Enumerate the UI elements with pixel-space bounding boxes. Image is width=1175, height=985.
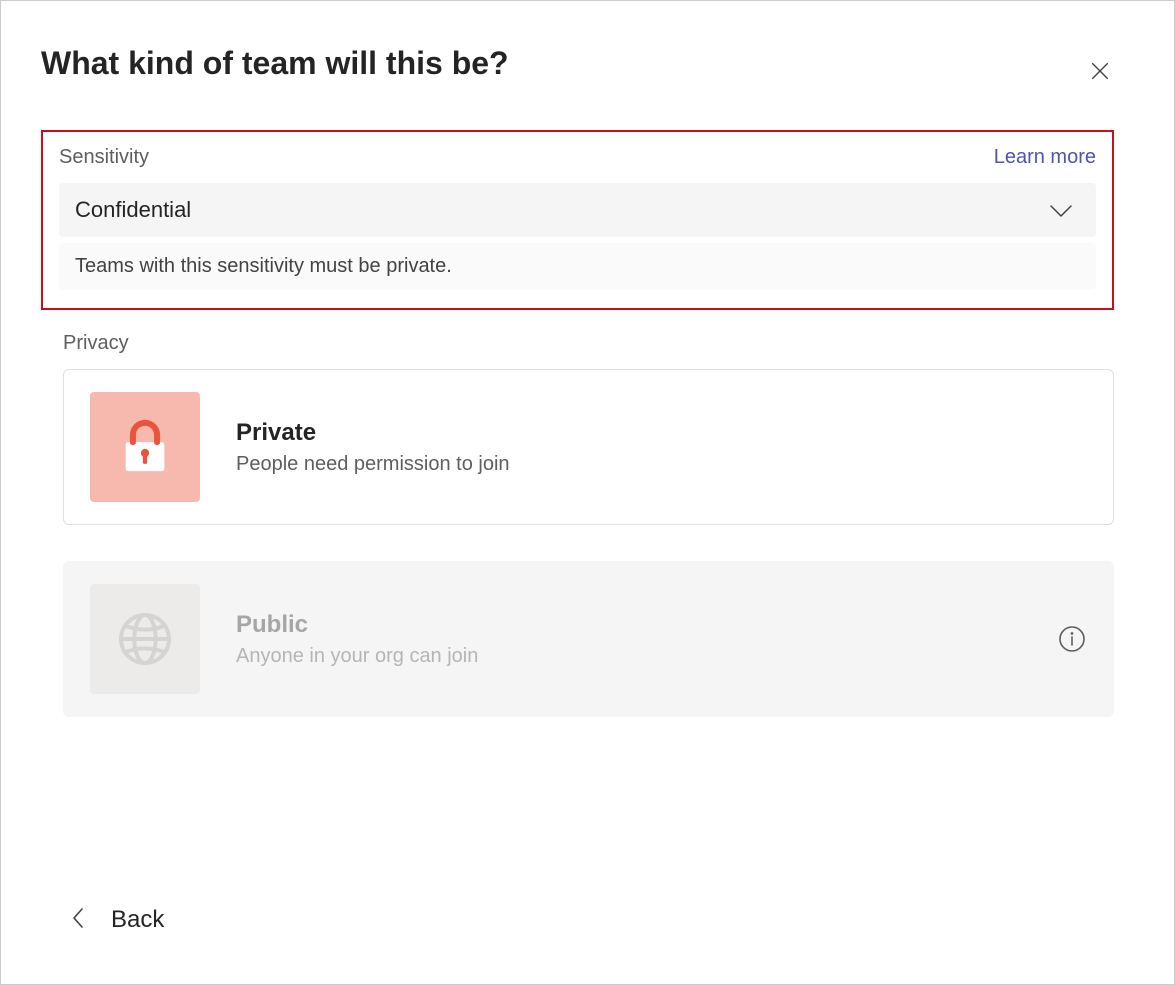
- page-title: What kind of team will this be?: [41, 45, 509, 82]
- sensitivity-helper-text: Teams with this sensitivity must be priv…: [59, 243, 1096, 290]
- public-icon-tile: [90, 584, 200, 694]
- private-option-title: Private: [236, 419, 1087, 447]
- team-kind-dialog: What kind of team will this be? Sensitiv…: [1, 1, 1174, 984]
- sensitivity-dropdown[interactable]: Confidential: [59, 183, 1096, 237]
- sensitivity-header: Sensitivity Learn more: [59, 146, 1096, 169]
- private-icon-tile: [90, 392, 200, 502]
- chevron-left-icon: [71, 907, 85, 929]
- info-icon: [1058, 625, 1086, 653]
- chevron-down-icon: [1048, 201, 1074, 219]
- close-button[interactable]: [1084, 55, 1116, 87]
- globe-icon: [113, 607, 177, 671]
- sensitivity-section: Sensitivity Learn more Confidential Team…: [41, 130, 1114, 310]
- sensitivity-label: Sensitivity: [59, 146, 149, 169]
- privacy-option-public: Public Anyone in your org can join: [63, 561, 1114, 717]
- back-button[interactable]: [71, 907, 85, 934]
- privacy-label: Privacy: [63, 332, 1114, 355]
- private-option-description: People need permission to join: [236, 453, 1087, 476]
- public-option-description: Anyone in your org can join: [236, 645, 1021, 668]
- public-info-button[interactable]: [1057, 624, 1087, 654]
- sensitivity-selected-value: Confidential: [75, 197, 191, 223]
- public-option-text: Public Anyone in your org can join: [236, 611, 1021, 668]
- back-label[interactable]: Back: [111, 906, 164, 934]
- lock-icon: [116, 418, 174, 476]
- dialog-header: What kind of team will this be?: [41, 45, 1114, 130]
- close-icon: [1089, 60, 1111, 82]
- private-option-text: Private People need permission to join: [236, 419, 1087, 476]
- dialog-footer: Back: [41, 906, 1114, 944]
- learn-more-link[interactable]: Learn more: [994, 146, 1096, 169]
- privacy-option-private[interactable]: Private People need permission to join: [63, 369, 1114, 525]
- public-option-title: Public: [236, 611, 1021, 639]
